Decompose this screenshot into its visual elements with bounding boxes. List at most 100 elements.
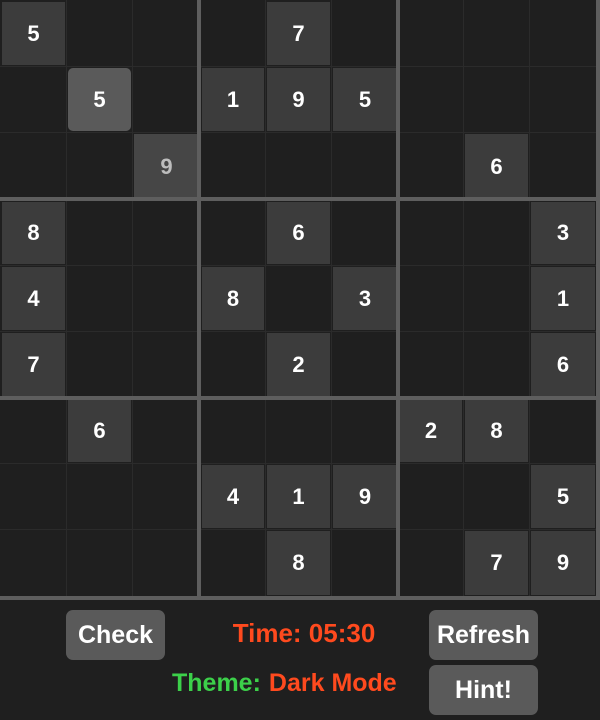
sudoku-cell-r9-c9[interactable]: 9: [531, 531, 595, 595]
block-line: [197, 0, 201, 600]
sudoku-cell-r8-c1[interactable]: [2, 465, 65, 528]
grid-line: [0, 463, 598, 464]
sudoku-cell-r8-c8[interactable]: [465, 465, 528, 528]
sudoku-cell-r7-c6[interactable]: [333, 400, 397, 462]
sudoku-cell-r5-c1[interactable]: 4: [2, 267, 65, 330]
sudoku-cell-r8-c9[interactable]: 5: [531, 465, 595, 528]
sudoku-cell-r1-c9[interactable]: [531, 2, 595, 65]
sudoku-cell-r3-c5[interactable]: [267, 134, 330, 199]
sudoku-cell-r4-c2[interactable]: [68, 202, 131, 264]
sudoku-cell-r2-c4[interactable]: 1: [202, 68, 264, 131]
grid-line: [463, 0, 464, 598]
grid-line: [331, 0, 332, 598]
sudoku-cell-r4-c7[interactable]: [400, 202, 462, 264]
sudoku-cell-r9-c6[interactable]: [333, 531, 397, 595]
sudoku-cell-r8-c6[interactable]: 9: [333, 465, 397, 528]
sudoku-cell-r2-c3[interactable]: [134, 68, 199, 131]
sudoku-cell-r3-c4[interactable]: [202, 134, 264, 199]
sudoku-cell-r4-c9[interactable]: 3: [531, 202, 595, 264]
sudoku-cell-r3-c8[interactable]: 6: [465, 134, 528, 199]
sudoku-cell-r8-c5[interactable]: 1: [267, 465, 330, 528]
sudoku-cell-r9-c3[interactable]: [134, 531, 199, 595]
sudoku-cell-r6-c1[interactable]: 7: [2, 333, 65, 397]
sudoku-cell-r7-c3[interactable]: [134, 400, 199, 462]
sudoku-cell-r2-c5[interactable]: 9: [267, 68, 330, 131]
sudoku-cell-r5-c5[interactable]: [267, 267, 330, 330]
hint-button[interactable]: Hint!: [429, 665, 538, 715]
sudoku-cell-r5-c8[interactable]: [465, 267, 528, 330]
timer-display: Time: 05:30: [232, 617, 376, 648]
sudoku-cell-r3-c1[interactable]: [2, 134, 65, 199]
sudoku-cell-r5-c6[interactable]: 3: [333, 267, 397, 330]
sudoku-cell-r3-c6[interactable]: [333, 134, 397, 199]
sudoku-cell-r6-c7[interactable]: [400, 333, 462, 397]
sudoku-cell-r1-c6[interactable]: [333, 2, 397, 65]
sudoku-cell-r6-c6[interactable]: [333, 333, 397, 397]
sudoku-cell-r1-c3[interactable]: [134, 2, 199, 65]
sudoku-cell-r2-c9[interactable]: [531, 68, 595, 131]
sudoku-cell-r4-c6[interactable]: [333, 202, 397, 264]
sudoku-cell-r8-c4[interactable]: 4: [202, 465, 264, 528]
sudoku-cell-r6-c9[interactable]: 6: [531, 333, 595, 397]
grid-line: [0, 331, 598, 332]
sudoku-cell-r7-c1[interactable]: [2, 400, 65, 462]
sudoku-cell-r2-c6[interactable]: 5: [333, 68, 397, 131]
theme-value[interactable]: Dark Mode: [269, 669, 397, 698]
sudoku-cell-r9-c2[interactable]: [68, 531, 131, 595]
sudoku-cell-r6-c3[interactable]: [134, 333, 199, 397]
sudoku-cell-r4-c3[interactable]: [134, 202, 199, 264]
sudoku-cell-r7-c4[interactable]: [202, 400, 264, 462]
sudoku-cell-r4-c8[interactable]: [465, 202, 528, 264]
sudoku-board: 5751959686348317266284195879: [0, 0, 600, 600]
grid-line: [0, 529, 598, 530]
sudoku-cell-r5-c3[interactable]: [134, 267, 199, 330]
sudoku-cell-r8-c3[interactable]: [134, 465, 199, 528]
sudoku-cell-r5-c2[interactable]: [68, 267, 131, 330]
sudoku-cell-r9-c8[interactable]: 7: [465, 531, 528, 595]
sudoku-cell-r1-c5[interactable]: 7: [267, 2, 330, 65]
block-line: [0, 396, 600, 400]
sudoku-cell-r4-c4[interactable]: [202, 202, 264, 264]
sudoku-cell-r2-c7[interactable]: [400, 68, 462, 131]
sudoku-cell-r4-c5[interactable]: 6: [267, 202, 330, 264]
sudoku-cell-r6-c5[interactable]: 2: [267, 333, 330, 397]
sudoku-cell-r4-c1[interactable]: 8: [2, 202, 65, 264]
sudoku-cell-r1-c1[interactable]: 5: [2, 2, 65, 65]
sudoku-cell-r7-c5[interactable]: [267, 400, 330, 462]
grid-line: [265, 0, 266, 598]
check-button[interactable]: Check: [66, 610, 165, 660]
sudoku-cell-r1-c7[interactable]: [400, 2, 462, 65]
sudoku-cell-r9-c4[interactable]: [202, 531, 264, 595]
sudoku-cell-r3-c9[interactable]: [531, 134, 595, 199]
sudoku-cell-r8-c7[interactable]: [400, 465, 462, 528]
sudoku-cell-r7-c2[interactable]: 6: [68, 400, 131, 462]
sudoku-cell-r6-c8[interactable]: [465, 333, 528, 397]
sudoku-cell-r9-c1[interactable]: [2, 531, 65, 595]
sudoku-cell-r5-c4[interactable]: 8: [202, 267, 264, 330]
sudoku-cell-r5-c9[interactable]: 1: [531, 267, 595, 330]
sudoku-cell-r3-c3[interactable]: 9: [134, 134, 199, 199]
block-line: [0, 596, 600, 600]
grid-line: [529, 0, 530, 598]
sudoku-cell-r9-c5[interactable]: 8: [267, 531, 330, 595]
block-line: [0, 197, 600, 201]
sudoku-cell-r6-c4[interactable]: [202, 333, 264, 397]
sudoku-cell-r5-c7[interactable]: [400, 267, 462, 330]
sudoku-cell-r8-c2[interactable]: [68, 465, 131, 528]
sudoku-cell-r1-c8[interactable]: [465, 2, 528, 65]
theme-label: Theme:: [172, 668, 261, 697]
sudoku-cell-r1-c2[interactable]: [68, 2, 131, 65]
sudoku-cell-r1-c4[interactable]: [202, 2, 264, 65]
block-line: [596, 0, 600, 600]
sudoku-cell-r2-c8[interactable]: [465, 68, 528, 131]
sudoku-cell-r6-c2[interactable]: [68, 333, 131, 397]
sudoku-cell-r2-c2[interactable]: 5: [68, 68, 131, 131]
sudoku-cell-r3-c2[interactable]: [68, 134, 131, 199]
sudoku-cell-r7-c7[interactable]: 2: [400, 400, 462, 462]
sudoku-cell-r7-c8[interactable]: 8: [465, 400, 528, 462]
sudoku-cell-r7-c9[interactable]: [531, 400, 595, 462]
sudoku-cell-r3-c7[interactable]: [400, 134, 462, 199]
sudoku-cell-r9-c7[interactable]: [400, 531, 462, 595]
sudoku-cell-r2-c1[interactable]: [2, 68, 65, 131]
refresh-button[interactable]: Refresh: [429, 610, 538, 660]
